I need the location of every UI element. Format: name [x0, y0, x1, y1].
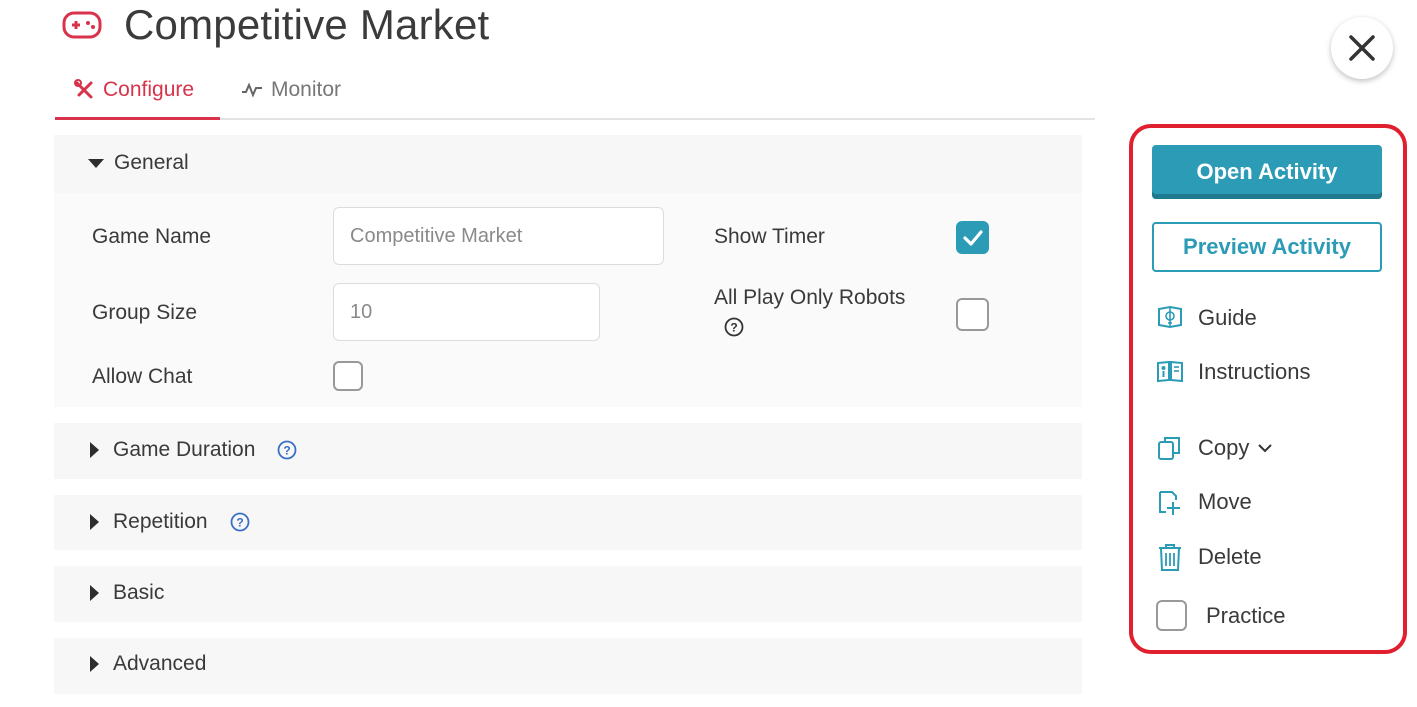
practice-toggle[interactable]: Practice: [1156, 600, 1285, 631]
close-icon: [1349, 35, 1375, 61]
svg-text:?: ?: [284, 444, 291, 458]
help-icon[interactable]: ?: [277, 440, 297, 460]
tab-monitor-label: Monitor: [271, 78, 342, 101]
actions-highlight-box: [1129, 124, 1407, 654]
trash-icon: [1159, 544, 1181, 571]
instructions-label: Instructions: [1198, 359, 1311, 384]
section-general-title: General: [114, 151, 189, 174]
section-basic: Basic: [54, 566, 1082, 622]
show-timer-label: Show Timer: [714, 225, 825, 248]
help-icon[interactable]: ?: [724, 317, 744, 337]
all-play-robots-checkbox[interactable]: [956, 298, 989, 331]
general-form: Game Name Competitive Market Group Size …: [54, 193, 1082, 407]
section-repetition-header[interactable]: Repetition ?: [88, 510, 250, 534]
allow-chat-checkbox[interactable]: [333, 361, 363, 391]
activity-icon: [242, 82, 262, 98]
section-general: General: [54, 135, 1082, 193]
caret-right-icon: [90, 656, 99, 672]
move-label: Move: [1198, 489, 1252, 514]
instructions-icon: [1157, 360, 1183, 383]
game-name-input[interactable]: Competitive Market: [333, 207, 664, 265]
allow-chat-label: Allow Chat: [92, 365, 193, 388]
section-advanced-header[interactable]: Advanced: [88, 652, 206, 676]
checkmark-icon: [962, 229, 983, 246]
close-button[interactable]: [1331, 17, 1393, 79]
caret-down-icon: [88, 158, 104, 168]
section-repetition-title: Repetition: [113, 510, 208, 533]
section-general-header[interactable]: General: [88, 151, 189, 175]
guide-icon: [1158, 305, 1182, 329]
section-advanced-title: Advanced: [113, 652, 207, 675]
section-basic-header[interactable]: Basic: [88, 581, 164, 605]
page-title: Competitive Market: [124, 1, 490, 48]
chevron-down-icon: [1258, 444, 1273, 453]
section-game-duration-title: Game Duration: [113, 438, 256, 461]
open-activity-button[interactable]: Open Activity: [1152, 145, 1382, 199]
tab-bar: Configure Monitor: [55, 62, 1095, 120]
all-play-robots-label: All Play Only Robots: [714, 286, 906, 309]
game-name-label: Game Name: [92, 225, 212, 248]
instructions-action[interactable]: Instructions: [1156, 358, 1311, 386]
guide-action[interactable]: Guide: [1156, 304, 1257, 332]
show-timer-checkbox[interactable]: [956, 221, 989, 254]
svg-text:?: ?: [236, 516, 243, 530]
copy-icon: [1158, 437, 1180, 460]
section-repetition: Repetition ?: [54, 495, 1082, 550]
practice-label: Practice: [1206, 602, 1286, 628]
caret-right-icon: [90, 514, 99, 530]
game-name-value: Competitive Market: [350, 224, 523, 247]
section-game-duration-header[interactable]: Game Duration ?: [88, 438, 297, 462]
gamepad-icon: [62, 11, 102, 39]
group-size-input[interactable]: 10: [333, 283, 600, 341]
copy-action[interactable]: Copy: [1156, 434, 1273, 462]
delete-action[interactable]: Delete: [1156, 542, 1262, 572]
group-size-label: Group Size: [92, 301, 198, 324]
section-basic-title: Basic: [113, 581, 165, 604]
guide-label: Guide: [1198, 305, 1257, 330]
practice-checkbox[interactable]: [1156, 600, 1187, 631]
page-header: Competitive Market: [62, 0, 489, 50]
preview-activity-button[interactable]: Preview Activity: [1152, 222, 1382, 272]
move-icon: [1159, 491, 1180, 515]
caret-right-icon: [90, 585, 99, 601]
help-icon[interactable]: ?: [230, 512, 250, 532]
group-size-value: 10: [350, 300, 373, 323]
move-action[interactable]: Move: [1156, 488, 1252, 516]
copy-label: Copy: [1198, 435, 1250, 460]
tools-icon: [74, 78, 93, 98]
caret-right-icon: [90, 442, 99, 458]
tab-configure[interactable]: Configure: [55, 62, 220, 120]
svg-text:?: ?: [730, 321, 737, 335]
delete-label: Delete: [1198, 544, 1262, 569]
section-advanced: Advanced: [54, 638, 1082, 694]
tab-configure-label: Configure: [103, 77, 195, 101]
tab-monitor[interactable]: Monitor: [241, 62, 341, 118]
section-game-duration: Game Duration ?: [54, 423, 1082, 479]
